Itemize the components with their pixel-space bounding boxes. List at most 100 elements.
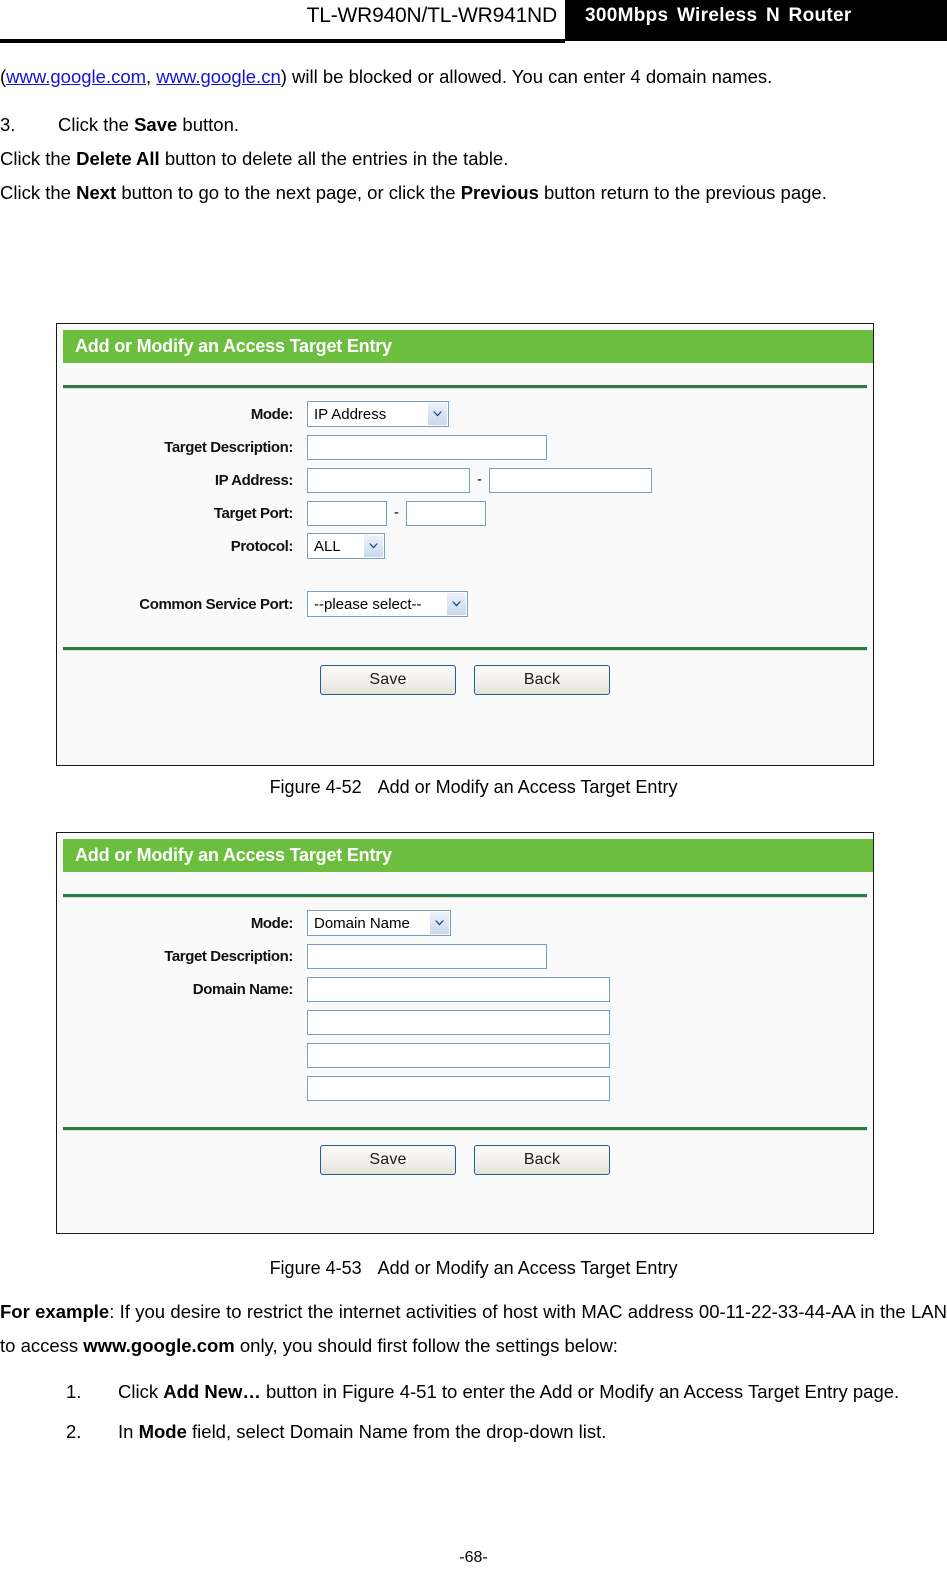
list-item-2: 2. In Mode field, select Domain Name fro… (66, 1415, 929, 1449)
common-service-port-select[interactable]: --please select-- (307, 591, 468, 617)
chevron-down-icon[interactable] (447, 593, 466, 615)
field-row-domain-name-2 (57, 1009, 873, 1035)
top-text-block: (www.google.com, www.google.cn) will be … (0, 60, 947, 210)
next-bold: Next (76, 182, 117, 203)
control-protocol: ALL (307, 533, 385, 559)
protocol-select[interactable]: ALL (307, 533, 385, 559)
item1-pre: Click (118, 1381, 164, 1402)
panel-header-bar: Add or Modify an Access Target Entry (63, 330, 873, 363)
next-post: button return to the previous page. (538, 182, 827, 203)
paragraph-domain-rest: ) will be blocked or allowed. You can en… (280, 66, 773, 87)
panel-button-row: Save Back (57, 1131, 873, 1175)
domain-name-input-1[interactable] (307, 976, 610, 1002)
header-model-name: TL-WR940N/TL-WR941ND (306, 4, 558, 27)
ip-address-end-input[interactable] (489, 467, 652, 493)
item1-post: button in Figure 4-51 to enter the Add o… (260, 1381, 900, 1402)
delete-bold: Delete All (76, 148, 160, 169)
comma-sep: , (146, 66, 157, 87)
link-google-cn[interactable]: www.google.cn (156, 66, 280, 87)
list-item-2-number: 2. (66, 1421, 82, 1442)
label-mode: Mode: (250, 405, 294, 423)
list-item-1: 1. Click Add New… button in Figure 4-51 … (66, 1375, 929, 1409)
ip-range-separator: - (477, 471, 482, 488)
chevron-down-icon[interactable] (364, 535, 383, 557)
delete-post: button to delete all the entries in the … (159, 148, 509, 169)
panel-header-bar: Add or Modify an Access Target Entry (63, 839, 873, 872)
control-target-port: - (307, 500, 486, 526)
figure-2-number: Figure 4-53 (269, 1258, 362, 1278)
control-common-service-port: --please select-- (307, 591, 468, 617)
access-target-entry-panel-domain: Add or Modify an Access Target Entry Mod… (56, 832, 874, 1234)
link-google-com[interactable]: www.google.com (6, 66, 146, 87)
item3-post: button. (177, 114, 240, 135)
ip-address-start-input[interactable] (307, 467, 470, 493)
google-bold: www.google.com (83, 1335, 235, 1356)
label-target-description: Target Description: (164, 947, 293, 965)
for-example-rest2: only, you should first follow the settin… (234, 1335, 618, 1356)
panel-button-row: Save Back (57, 651, 873, 695)
field-row-domain-name-4 (57, 1075, 873, 1101)
page-footer: -68- (459, 1549, 488, 1566)
target-description-input[interactable] (307, 434, 547, 460)
label-ip-address: IP Address: (214, 471, 294, 489)
field-row-domain-name-1: Domain Name: (57, 976, 873, 1002)
control-mode: IP Address (307, 401, 449, 427)
header-product-name: 300Mbps Wireless N Router (585, 5, 852, 26)
domain-name-input-3[interactable] (307, 1042, 610, 1068)
control-domain-name-2 (307, 1009, 610, 1035)
header-rule (0, 39, 565, 43)
control-domain-name-1 (307, 976, 610, 1002)
list-item-3-number: 3. (0, 114, 16, 135)
field-row-ip-address: IP Address: - (57, 467, 873, 493)
page-header: TL-WR940N/TL-WR941ND 300Mbps Wireless N … (0, 0, 947, 44)
next-mid: button to go to the next page, or click … (116, 182, 461, 203)
label-target-description: Target Description: (164, 438, 293, 456)
paragraph-next-previous: Click the Next button to go to the next … (0, 176, 947, 210)
mode-select-value: IP Address (314, 405, 387, 423)
figure-1-number: Figure 4-52 (269, 777, 362, 797)
save-button[interactable]: Save (320, 665, 456, 695)
back-button[interactable]: Back (474, 665, 610, 695)
list-item-3: 3. Click the Save button. (0, 108, 929, 142)
paragraph-for-example: For example: If you desire to restrict t… (0, 1295, 947, 1363)
item1-bold-add-new: Add New… (163, 1381, 261, 1402)
domain-name-input-4[interactable] (307, 1075, 610, 1101)
target-port-end-input[interactable] (406, 500, 486, 526)
for-example-bold: For example (0, 1301, 110, 1322)
label-domain-name: Domain Name: (192, 980, 294, 998)
field-row-protocol: Protocol: ALL (57, 533, 873, 559)
figure-1-title: Add or Modify an Access Target Entry (377, 777, 678, 797)
paragraph-delete-all: Click the Delete All button to delete al… (0, 142, 947, 176)
port-range-separator: - (394, 504, 399, 521)
form-area-ip: Mode: IP Address Target Description: IP … (57, 389, 873, 617)
control-target-description (307, 943, 547, 969)
domain-name-input-2[interactable] (307, 1009, 610, 1035)
target-description-input[interactable] (307, 943, 547, 969)
chevron-down-icon[interactable] (430, 912, 449, 934)
common-service-port-value: --please select-- (314, 595, 422, 613)
paragraph-domain-names: (www.google.com, www.google.cn) will be … (0, 60, 947, 94)
save-button[interactable]: Save (320, 1145, 456, 1175)
back-button[interactable]: Back (474, 1145, 610, 1175)
field-row-mode: Mode: IP Address (57, 401, 873, 427)
label-protocol: Protocol: (230, 537, 294, 555)
target-port-start-input[interactable] (307, 500, 387, 526)
field-row-target-description: Target Description: (57, 943, 873, 969)
panel-title: Add or Modify an Access Target Entry (75, 845, 392, 865)
mode-select[interactable]: Domain Name (307, 910, 451, 936)
control-domain-name-4 (307, 1075, 610, 1101)
bottom-text-block: For example: If you desire to restrict t… (0, 1295, 947, 1449)
figure-2-caption: Figure 4-53 Add or Modify an Access Targe… (0, 1258, 947, 1279)
access-target-entry-panel-ip: Add or Modify an Access Target Entry Mod… (56, 323, 874, 766)
chevron-down-icon[interactable] (428, 403, 447, 425)
list-item-3-text: Click the Save button. (58, 108, 929, 142)
control-target-description (307, 434, 547, 460)
field-row-target-description: Target Description: (57, 434, 873, 460)
item2-post: field, select Domain Name from the drop-… (186, 1421, 607, 1442)
form-area-domain: Mode: Domain Name Target Description: Do… (57, 898, 873, 1101)
figure-1-caption: Figure 4-52 Add or Modify an Access Targe… (0, 777, 947, 798)
item2-pre: In (118, 1421, 139, 1442)
mode-select[interactable]: IP Address (307, 401, 449, 427)
item2-bold-mode: Mode (138, 1421, 187, 1442)
list-item-2-text: In Mode field, select Domain Name from t… (118, 1415, 929, 1449)
